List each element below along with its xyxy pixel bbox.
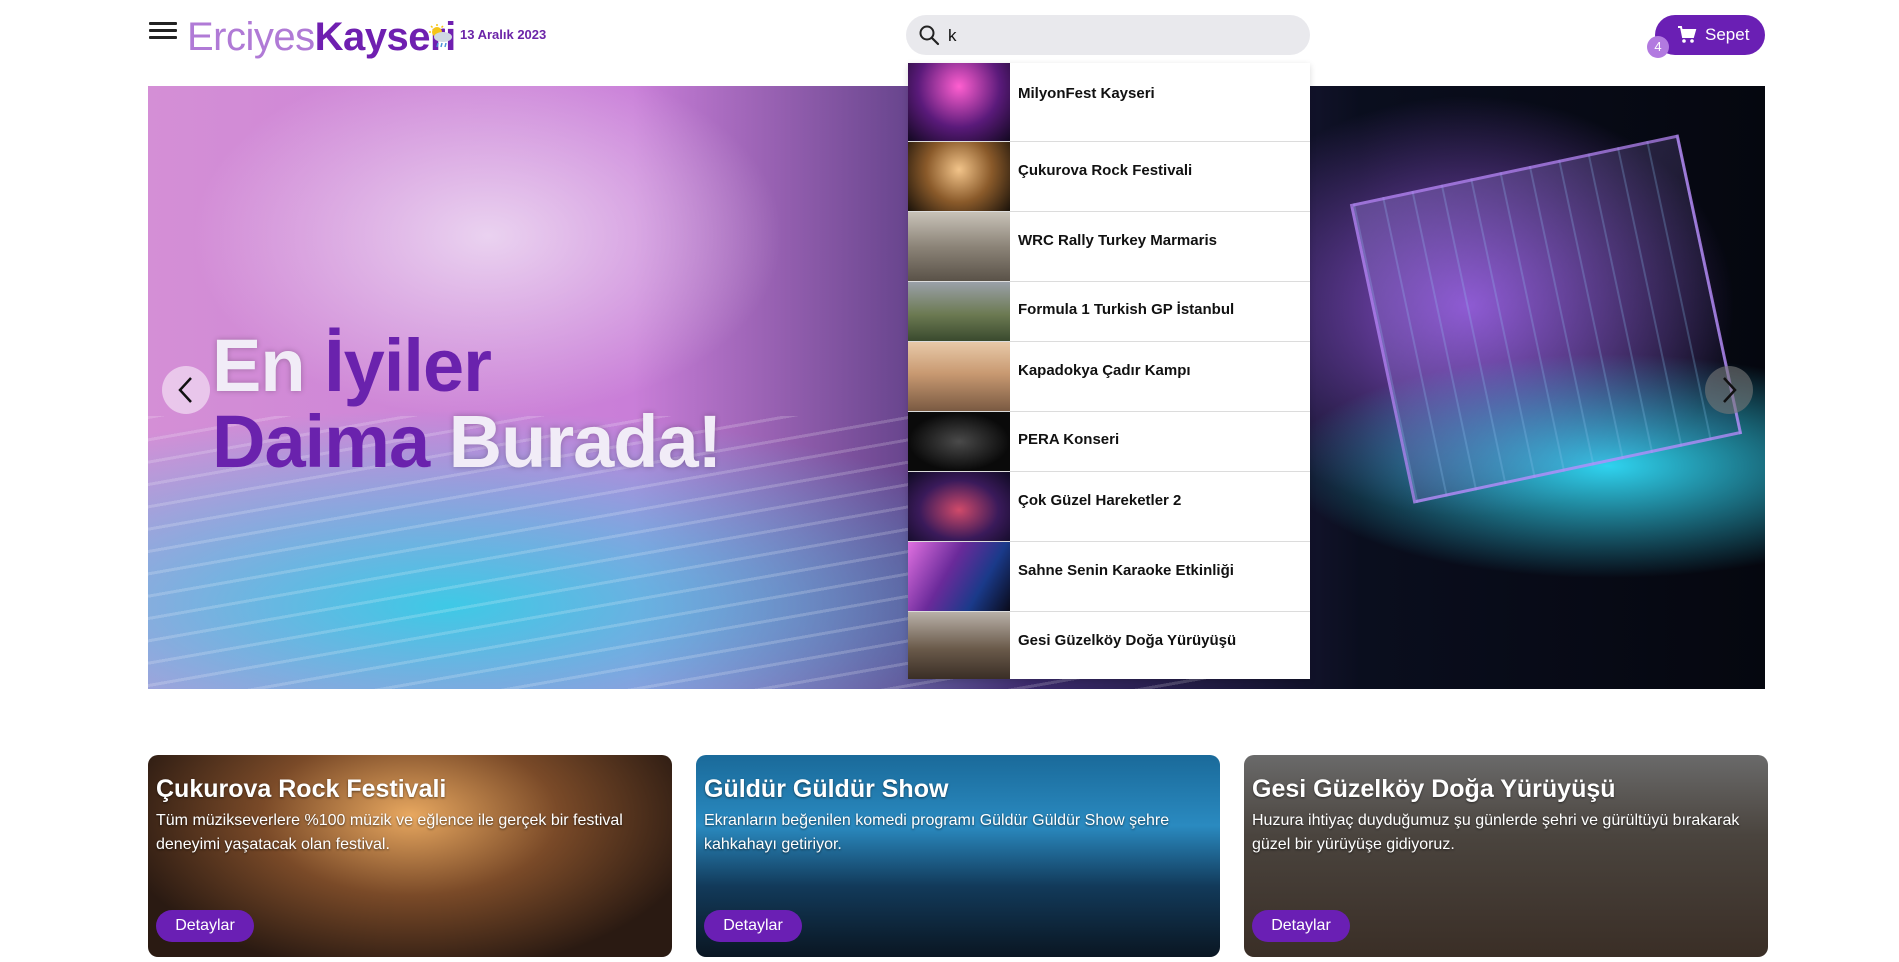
result-thumbnail bbox=[908, 282, 1010, 341]
result-thumbnail bbox=[908, 472, 1010, 541]
search-result-item[interactable]: PERA Konseri bbox=[908, 412, 1310, 472]
hero-led-panel bbox=[1349, 134, 1743, 504]
card-description: Huzura ihtiyaç duyduğumuz şu günlerde şe… bbox=[1252, 812, 1740, 853]
search-box[interactable] bbox=[906, 15, 1310, 55]
search-result-item[interactable]: Gesi Güzelköy Doğa Yürüyüşü bbox=[908, 612, 1310, 679]
result-label: PERA Konseri bbox=[1018, 431, 1120, 448]
logo-text-erciyes: Erciyes bbox=[187, 15, 315, 59]
hero-title: En İyiler Daima Burada! bbox=[212, 328, 723, 483]
search-input[interactable] bbox=[946, 19, 1300, 53]
result-label: Formula 1 Turkish GP İstanbul bbox=[1018, 301, 1235, 318]
details-button[interactable]: Detaylar bbox=[156, 910, 254, 942]
details-button[interactable]: Detaylar bbox=[704, 910, 802, 942]
search-result-item[interactable]: WRC Rally Turkey Marmaris bbox=[908, 212, 1310, 282]
result-thumbnail bbox=[908, 542, 1010, 611]
hero-text-burada: Burada! bbox=[448, 400, 723, 483]
current-date: 13 Aralık 2023 bbox=[460, 27, 547, 42]
search-result-item[interactable]: Kapadokya Çadır Kampı bbox=[908, 342, 1310, 412]
search-results-dropdown: MilyonFest Kayseri Çukurova Rock Festiva… bbox=[908, 63, 1310, 679]
slider-next-button[interactable] bbox=[1705, 366, 1753, 414]
slider-prev-button[interactable] bbox=[162, 366, 210, 414]
result-label: Kapadokya Çadır Kampı bbox=[1018, 362, 1191, 379]
result-label: Çukurova Rock Festivali bbox=[1018, 162, 1193, 179]
search-result-item[interactable]: Sahne Senin Karaoke Etkinliği bbox=[908, 542, 1310, 612]
chevron-right-icon bbox=[1723, 377, 1737, 403]
result-label: WRC Rally Turkey Marmaris bbox=[1018, 232, 1217, 249]
result-thumbnail bbox=[908, 342, 1010, 411]
cart-button[interactable]: Sepet bbox=[1655, 15, 1765, 55]
chevron-left-icon bbox=[178, 377, 192, 403]
result-thumbnail bbox=[908, 142, 1010, 211]
search-result-item[interactable]: MilyonFest Kayseri bbox=[908, 63, 1310, 142]
cart-label: Sepet bbox=[1705, 25, 1750, 44]
hero-text-iyiler: İyiler bbox=[324, 324, 492, 407]
cart-count-badge: 4 bbox=[1647, 36, 1669, 58]
result-label: MilyonFest Kayseri bbox=[1018, 85, 1155, 102]
shopping-cart-icon bbox=[1678, 26, 1697, 43]
result-label: Gesi Güzelköy Doğa Yürüyüşü bbox=[1018, 632, 1237, 649]
event-card: Güldür Güldür Show Ekranların beğenilen … bbox=[696, 755, 1220, 957]
search-result-item[interactable]: Formula 1 Turkish GP İstanbul bbox=[908, 282, 1310, 342]
result-thumbnail bbox=[908, 63, 1010, 141]
card-description: Ekranların beğenilen komedi programı Gül… bbox=[704, 812, 1170, 853]
sun-cloud-rain-icon bbox=[429, 24, 452, 48]
search-result-item[interactable]: Çukurova Rock Festivali bbox=[908, 142, 1310, 212]
site-logo[interactable]: ErciyesKayseri bbox=[187, 14, 456, 60]
hero-text-daima: Daima bbox=[212, 400, 449, 483]
search-result-item[interactable]: Çok Güzel Hareketler 2 bbox=[908, 472, 1310, 542]
card-title: Çukurova Rock Festivali bbox=[156, 775, 447, 803]
search-icon bbox=[919, 25, 940, 46]
event-card: Gesi Güzelköy Doğa Yürüyüşü Huzura ihtiy… bbox=[1244, 755, 1768, 957]
event-card: Çukurova Rock Festivali Tüm müzikseverle… bbox=[148, 755, 672, 957]
hero-text-en: En bbox=[212, 324, 325, 407]
result-thumbnail bbox=[908, 212, 1010, 281]
result-label: Sahne Senin Karaoke Etkinliği bbox=[1018, 562, 1234, 579]
card-description: Tüm müzikseverlere %100 müzik ve eğlence… bbox=[156, 812, 623, 853]
result-thumbnail bbox=[908, 612, 1010, 679]
details-button[interactable]: Detaylar bbox=[1252, 910, 1350, 942]
result-label: Çok Güzel Hareketler 2 bbox=[1018, 492, 1182, 509]
card-title: Güldür Güldür Show bbox=[704, 775, 949, 803]
result-thumbnail bbox=[908, 412, 1010, 471]
card-title: Gesi Güzelköy Doğa Yürüyüşü bbox=[1252, 775, 1616, 803]
hamburger-menu-icon[interactable] bbox=[149, 20, 177, 48]
